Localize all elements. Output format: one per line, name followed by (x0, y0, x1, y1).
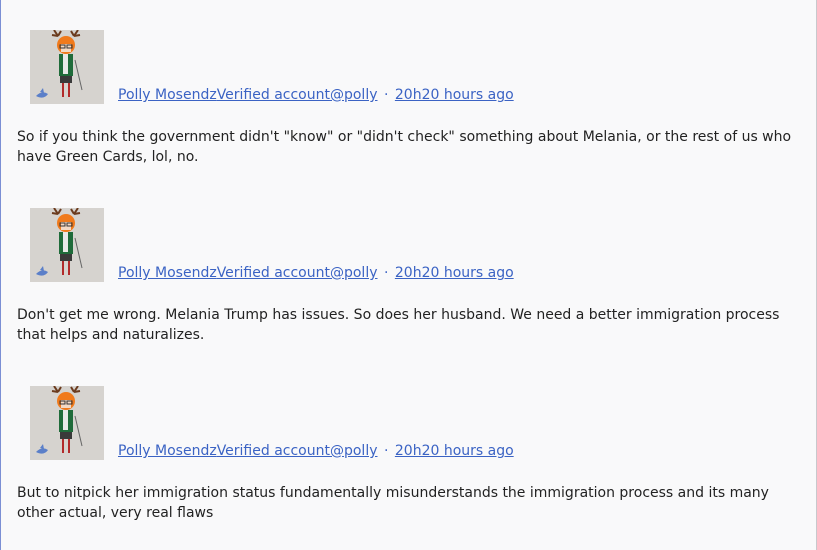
author-name: Polly Mosendz (118, 443, 217, 459)
tweet-meta: Polly MosendzVerified account@polly · 20… (118, 443, 514, 460)
tweet-time-link[interactable]: 20h20 hours ago (395, 87, 514, 103)
avatar-illustration-icon (30, 208, 104, 282)
tweet-thread: Polly MosendzVerified account@polly · 20… (0, 0, 817, 550)
avatar[interactable] (30, 208, 104, 282)
tweet-header: Polly MosendzVerified account@polly · 20… (30, 208, 514, 282)
tweet-text: But to nitpick her immigration status fu… (17, 485, 769, 521)
tweet-time-link[interactable]: 20h20 hours ago (395, 443, 514, 459)
verified-label: Verified account (216, 265, 330, 281)
tweet-text: So if you think the government didn't "k… (17, 129, 792, 165)
tweet-text: Don't get me wrong. Melania Trump has is… (17, 307, 780, 343)
tweet-meta: Polly MosendzVerified account@polly · 20… (118, 265, 514, 282)
meta-separator: · (383, 265, 389, 281)
avatar[interactable] (30, 386, 104, 460)
tweet-header: Polly MosendzVerified account@polly · 20… (30, 386, 514, 460)
author-name: Polly Mosendz (118, 265, 217, 281)
author-link[interactable]: Polly MosendzVerified account@polly (118, 443, 378, 459)
avatar-illustration-icon (30, 386, 104, 460)
verified-label: Verified account (216, 87, 330, 103)
author-handle: @polly (329, 265, 378, 281)
avatar[interactable] (30, 30, 104, 104)
verified-label: Verified account (216, 443, 330, 459)
avatar-illustration-icon (30, 30, 104, 104)
tweet-meta: Polly MosendzVerified account@polly · 20… (118, 87, 514, 104)
author-handle: @polly (329, 443, 378, 459)
author-name: Polly Mosendz (118, 87, 217, 103)
author-link[interactable]: Polly MosendzVerified account@polly (118, 87, 378, 103)
author-link[interactable]: Polly MosendzVerified account@polly (118, 265, 378, 281)
meta-separator: · (383, 87, 389, 103)
meta-separator: · (383, 443, 389, 459)
author-handle: @polly (329, 87, 378, 103)
tweet-header: Polly MosendzVerified account@polly · 20… (30, 30, 514, 104)
tweet-time-link[interactable]: 20h20 hours ago (395, 265, 514, 281)
